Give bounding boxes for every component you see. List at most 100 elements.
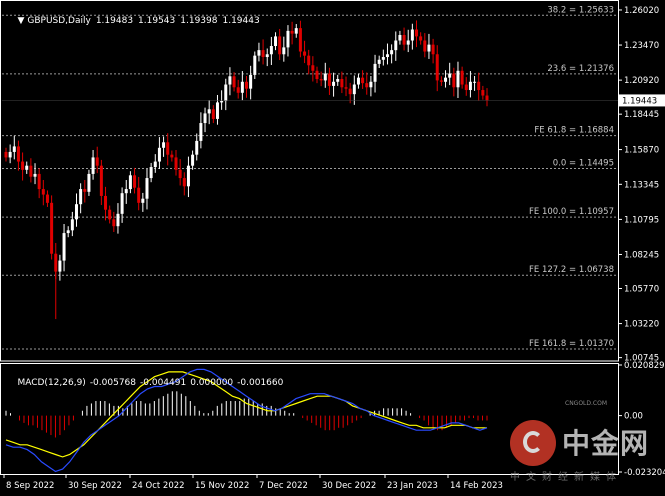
candle-body — [444, 77, 448, 82]
candle-body — [332, 81, 336, 86]
candle-body — [361, 77, 365, 84]
time-tick-label: 24 Oct 2022 — [132, 481, 185, 491]
candle-body — [87, 173, 91, 192]
candle-body — [211, 109, 215, 119]
time-tick-label: 30 Dec 2022 — [322, 481, 376, 491]
candle-body — [319, 79, 323, 81]
candle-body — [236, 87, 240, 93]
candle-body — [303, 51, 307, 56]
high-value: 1.19543 — [138, 16, 176, 26]
candle-body — [149, 167, 153, 179]
macd-value-2: -0.004491 — [140, 378, 187, 388]
watermark-domain: CNGOLD.COM — [565, 400, 608, 407]
candle-body — [95, 157, 99, 166]
price-tick-label: 1.08245 — [624, 250, 659, 260]
candle-body — [199, 123, 203, 141]
time-tick-label: 8 Sep 2022 — [6, 481, 54, 491]
candle-body — [120, 193, 124, 214]
candle-body — [232, 76, 236, 88]
candle-body — [207, 109, 211, 114]
candle-body — [381, 57, 385, 60]
candle-body — [16, 146, 20, 162]
candle-body — [369, 81, 373, 88]
candle-body — [174, 157, 178, 170]
candle-body — [352, 84, 356, 95]
candle-body — [278, 36, 282, 55]
price-tick-label: 1.03220 — [624, 320, 659, 330]
macd-value-3: 0.000000 — [190, 378, 234, 388]
candle-body — [41, 189, 45, 195]
candle-body — [394, 40, 398, 51]
dropdown-triangle-icon[interactable]: ▼ — [17, 16, 24, 26]
candle-body — [133, 175, 137, 188]
candle-body — [348, 88, 352, 95]
candle-body — [25, 165, 29, 170]
candle-body — [390, 50, 394, 55]
candle-body — [224, 84, 228, 102]
candle-body — [294, 28, 298, 34]
chart-window[interactable]: 1.26020 1.23470 1.20920 1.18445 1.15870 1.133… — [0, 0, 665, 493]
time-tick-label: 15 Nov 2022 — [195, 481, 249, 491]
price-tick-label: 1.05770 — [624, 285, 659, 295]
candle-body — [290, 30, 294, 34]
candle-body — [464, 84, 468, 91]
candle-body — [108, 209, 112, 220]
candle-body — [62, 233, 66, 261]
candle-body — [340, 79, 344, 88]
candle-body — [182, 178, 186, 187]
time-tick-label: 7 Dec 2022 — [259, 481, 308, 491]
candle-body — [29, 165, 33, 177]
candle-body — [104, 195, 108, 210]
candle-body — [195, 140, 199, 155]
candle-body — [431, 44, 435, 55]
price-tick-label: 1.20920 — [624, 76, 659, 86]
main-plot-frame — [0, 0, 619, 362]
candle-body — [282, 47, 286, 55]
candle-body — [83, 189, 87, 192]
watermark-logo: 中金网 中文财经新媒体 — [510, 420, 660, 483]
candle-body — [460, 70, 464, 85]
watermark-tagline: 中文财经新媒体 — [510, 472, 622, 483]
price-tick-label: 1.18445 — [624, 110, 659, 120]
fib-label: 23.6 = 1.21376 — [547, 64, 614, 74]
candle-body — [137, 187, 141, 203]
candle-body — [249, 74, 253, 89]
candle-body — [91, 157, 95, 174]
time-tick-label: 14 Feb 2023 — [450, 481, 503, 491]
candle-body — [456, 70, 460, 88]
candle-body — [245, 81, 248, 89]
candle-body — [128, 175, 132, 190]
candle-body — [452, 73, 456, 88]
candle-body — [410, 29, 414, 41]
time-tick-label: 30 Sep 2022 — [68, 481, 122, 491]
candle-body — [402, 35, 406, 45]
candle-body — [74, 204, 78, 220]
candle-body — [377, 59, 381, 64]
fib-label: FE 61.8 = 1.16884 — [534, 126, 614, 136]
candle-body — [269, 46, 273, 55]
macd-label: MACD(12,26,9) — [17, 378, 86, 388]
candle-body — [315, 70, 319, 80]
macd-header: MACD(12,26,9) -0.005768 -0.004491 0.000000-… — [6, 368, 287, 398]
price-tick-label: 1.26020 — [624, 6, 659, 16]
candle-body — [79, 189, 83, 205]
candle-body — [70, 219, 74, 231]
candle-body — [344, 87, 348, 89]
candle-body — [427, 44, 431, 52]
time-tick-label: 23 Jan 2023 — [387, 481, 438, 491]
candle-body — [485, 95, 489, 101]
candle-body — [203, 113, 207, 124]
candle-body — [415, 29, 419, 37]
fib-label: FE 127.2 = 1.06738 — [529, 265, 614, 275]
candle-body — [186, 165, 190, 187]
fib-label: 0.0 = 1.14495 — [553, 159, 614, 169]
price-tick-label: 1.15870 — [624, 146, 659, 156]
candle-body — [145, 178, 149, 199]
candle-body — [406, 40, 410, 45]
candle-body — [33, 173, 37, 177]
candle-body — [240, 81, 244, 93]
candle-body — [274, 36, 278, 47]
fib-label: 38.2 = 1.25633 — [547, 5, 614, 15]
candle-body — [468, 81, 472, 91]
candle-body — [257, 50, 261, 56]
